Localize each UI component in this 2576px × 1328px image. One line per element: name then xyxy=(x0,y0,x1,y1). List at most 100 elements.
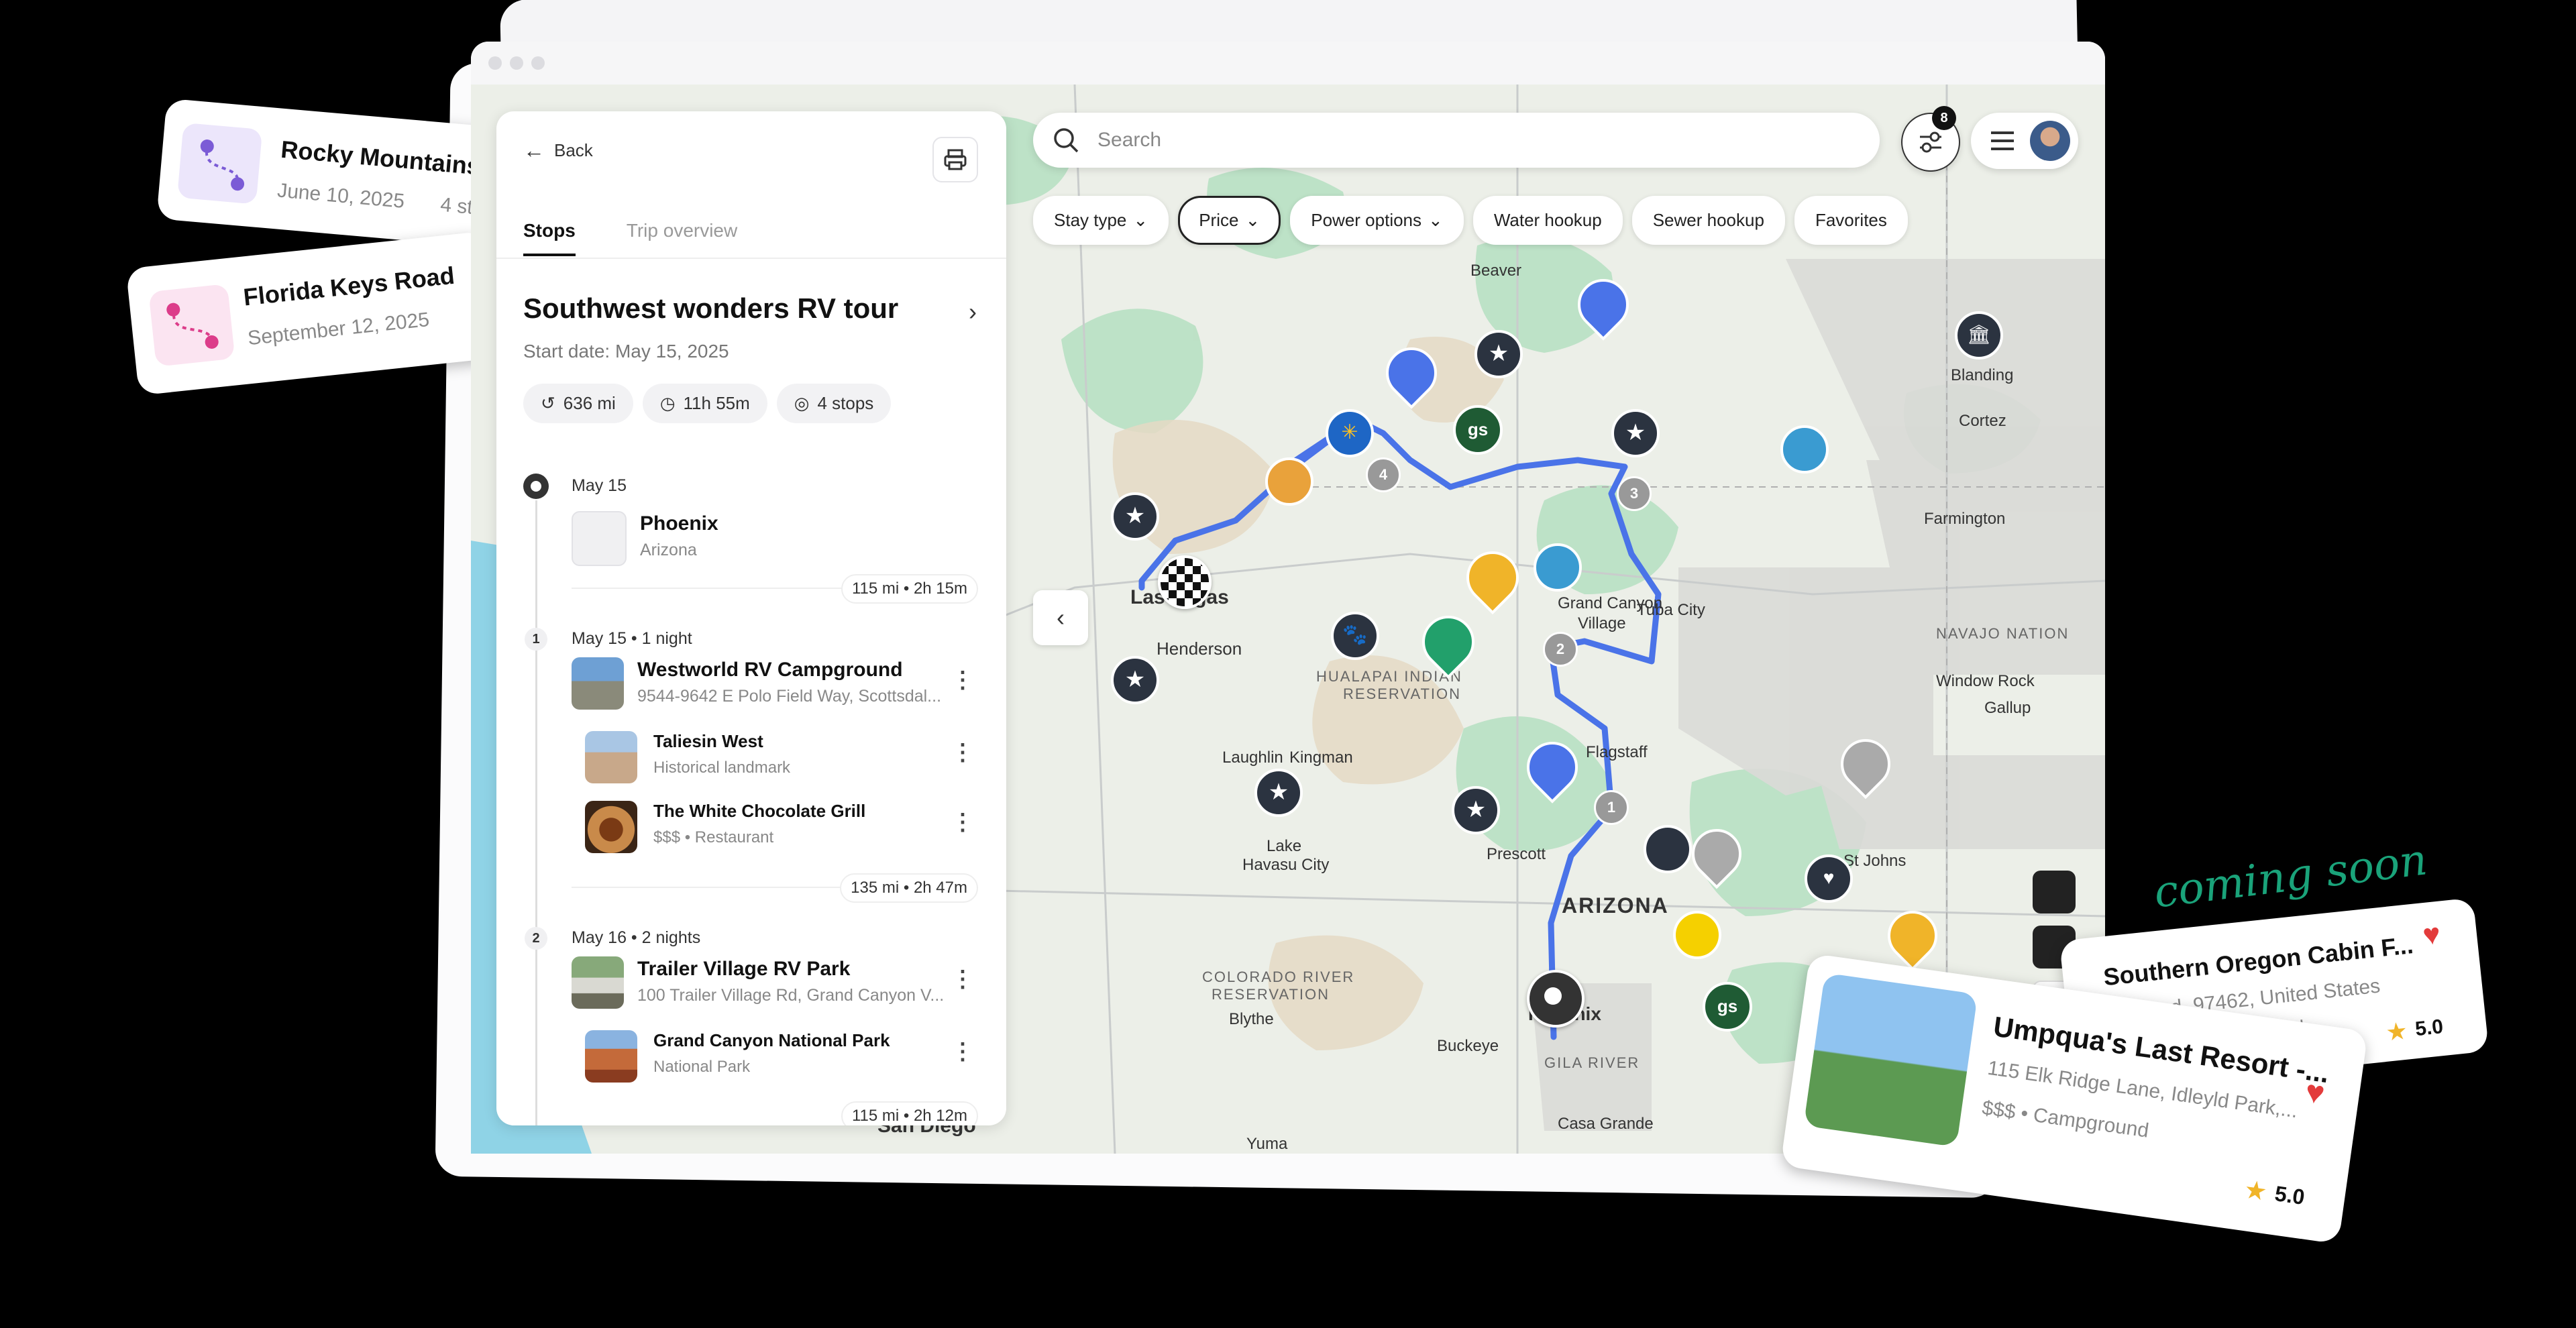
map-label: Cortez xyxy=(1959,412,2006,430)
filter-label: Price xyxy=(1199,210,1239,230)
map-label: Blythe xyxy=(1229,1010,1274,1028)
stop-trailer-village[interactable]: Trailer Village RV Park 100 Trailer Vill… xyxy=(572,956,953,1009)
window-dot-maximize[interactable] xyxy=(531,56,545,70)
map-label: Tuba City xyxy=(1637,601,1705,619)
filter-price[interactable]: Price ⌄ xyxy=(1178,196,1281,245)
collapse-panel-button[interactable]: ‹ xyxy=(1033,590,1088,645)
filter-favorites[interactable]: Favorites xyxy=(1794,196,1908,245)
search-input[interactable]: Search xyxy=(1097,129,1161,152)
chevron-right-icon[interactable]: › xyxy=(969,298,977,326)
filter-stay-type[interactable]: Stay type ⌄ xyxy=(1033,196,1169,245)
more-icon[interactable]: ⋮ xyxy=(951,667,974,694)
restaurant-icon[interactable] xyxy=(1265,457,1313,506)
route-stop-marker[interactable]: 2 xyxy=(1543,632,1578,667)
property-rating: 5.0 xyxy=(2273,1181,2306,1210)
route-icon xyxy=(148,284,235,367)
search-icon xyxy=(1054,128,1079,153)
stop-sub: 9544-9642 E Polo Field Way, Scottsdal... xyxy=(637,687,942,706)
map-label: RESERVATION xyxy=(1343,685,1462,702)
gas-station-icon[interactable]: gs xyxy=(1453,405,1503,455)
printer-icon xyxy=(944,149,967,170)
filter-count-badge: 8 xyxy=(1932,106,1956,130)
stop-westworld[interactable]: Westworld RV Campground 9544-9642 E Polo… xyxy=(572,657,953,710)
park-icon[interactable] xyxy=(1780,425,1829,474)
stop-start[interactable]: Phoenix Arizona xyxy=(572,511,955,566)
stops-chip: ◎ 4 stops xyxy=(776,384,892,423)
pet-friendly-icon[interactable]: 🐾 xyxy=(1331,612,1379,660)
map-label: ARIZONA xyxy=(1562,893,1669,918)
route-stop-marker[interactable]: 4 xyxy=(1366,457,1401,492)
chip-label: 4 stops xyxy=(817,393,874,413)
gas-station-icon[interactable]: gs xyxy=(1703,982,1752,1032)
route-stop-marker[interactable]: 3 xyxy=(1617,476,1652,511)
print-button[interactable] xyxy=(932,137,978,182)
map-label: Kingman xyxy=(1289,749,1353,767)
poi-star-icon[interactable]: ★ xyxy=(1254,769,1303,817)
leg-distance: 115 mi • 2h 15m xyxy=(841,574,978,604)
layer-campground-icon[interactable] xyxy=(2033,871,2076,914)
poi-star-icon[interactable]: ★ xyxy=(1452,786,1500,834)
filter-sewer-hookup[interactable]: Sewer hookup xyxy=(1631,196,1785,245)
park-icon[interactable] xyxy=(1534,543,1582,592)
rv-dump-icon[interactable] xyxy=(1644,825,1692,873)
trip-summary-chips: ↺ 636 mi ◷ 11h 55m ◎ 4 stops xyxy=(523,384,892,423)
sub-item-sub: National Park xyxy=(653,1058,751,1076)
map-label: Yuma xyxy=(1246,1135,1288,1153)
property-photo xyxy=(1803,973,1978,1148)
favorite-place-icon[interactable]: ♥ xyxy=(1805,854,1853,903)
tab-trip-overview[interactable]: Trip overview xyxy=(627,220,737,256)
map-label: Havasu City xyxy=(1242,856,1330,874)
tab-divider xyxy=(496,258,1006,259)
more-icon[interactable]: ⋮ xyxy=(951,739,974,766)
sub-item-name: Grand Canyon National Park xyxy=(653,1030,890,1050)
koa-icon[interactable] xyxy=(1673,911,1721,959)
trip-start-date: Start date: May 15, 2025 xyxy=(523,341,729,362)
filter-label: Stay type xyxy=(1054,210,1127,230)
distance-chip: ↺ 636 mi xyxy=(523,384,633,423)
heart-icon[interactable]: ♥ xyxy=(2303,1073,2327,1112)
panel-tabs: Stops Trip overview xyxy=(523,220,788,256)
chip-label: 11h 55m xyxy=(683,393,750,413)
sub-item-sub: Historical landmark xyxy=(653,759,791,777)
star-icon: ★ xyxy=(2384,1016,2409,1046)
back-button[interactable]: ← Back xyxy=(523,138,593,163)
start-pin-icon[interactable] xyxy=(1527,970,1585,1028)
leg-distance: 115 mi • 2h 12m xyxy=(841,1101,978,1125)
poi-star-icon[interactable]: ★ xyxy=(1111,656,1159,704)
stop-sub-item-taliesin[interactable]: Taliesin West Historical landmark xyxy=(585,731,790,783)
heart-icon[interactable]: ♥ xyxy=(2421,918,2442,952)
search-bar[interactable]: Search xyxy=(1033,113,1880,168)
poi-star-icon[interactable]: ★ xyxy=(1474,330,1523,378)
filter-water-hookup[interactable]: Water hookup xyxy=(1472,196,1623,245)
stop-sub: Arizona xyxy=(640,541,697,559)
account-menu[interactable] xyxy=(1971,113,2078,169)
map-label: Lake xyxy=(1267,837,1302,855)
map-label: St Johns xyxy=(1843,852,1907,870)
window-dot-minimize[interactable] xyxy=(510,56,523,70)
map-label: Window Rock xyxy=(1936,672,2035,690)
trip-card-florida[interactable]: Florida Keys Road September 12, 2025 xyxy=(125,231,500,396)
window-titlebar xyxy=(471,42,2105,85)
distance-icon: ↺ xyxy=(541,393,555,413)
map-label: Village xyxy=(1578,614,1626,632)
map-label: COLORADO RIVER xyxy=(1202,969,1355,985)
museum-icon[interactable]: 🏛 xyxy=(1955,311,2003,359)
filter-power-options[interactable]: Power options ⌄ xyxy=(1290,196,1464,245)
tab-stops[interactable]: Stops xyxy=(523,220,576,256)
stop-sub-item-grill[interactable]: The White Chocolate Grill $$$ • Restaura… xyxy=(585,801,865,853)
poi-star-icon[interactable]: ★ xyxy=(1611,409,1660,457)
route-stop-marker[interactable]: 1 xyxy=(1594,790,1629,825)
more-icon[interactable]: ⋮ xyxy=(951,809,974,836)
finish-flag-icon[interactable] xyxy=(1158,555,1212,609)
filter-label: Sewer hookup xyxy=(1652,210,1764,230)
poi-star-icon[interactable]: ★ xyxy=(1111,492,1159,541)
more-icon[interactable]: ⋮ xyxy=(951,966,974,993)
stop-sub-item-grand-canyon[interactable]: Grand Canyon National Park National Park xyxy=(585,1030,890,1083)
city-map-icon xyxy=(572,511,627,566)
more-icon[interactable]: ⋮ xyxy=(951,1038,974,1065)
filter-label: Water hookup xyxy=(1493,210,1602,230)
park-photo xyxy=(585,1030,637,1083)
walmart-icon[interactable]: ✳ xyxy=(1326,409,1374,457)
window-dot-close[interactable] xyxy=(488,56,502,70)
timeline-line xyxy=(535,500,537,1125)
